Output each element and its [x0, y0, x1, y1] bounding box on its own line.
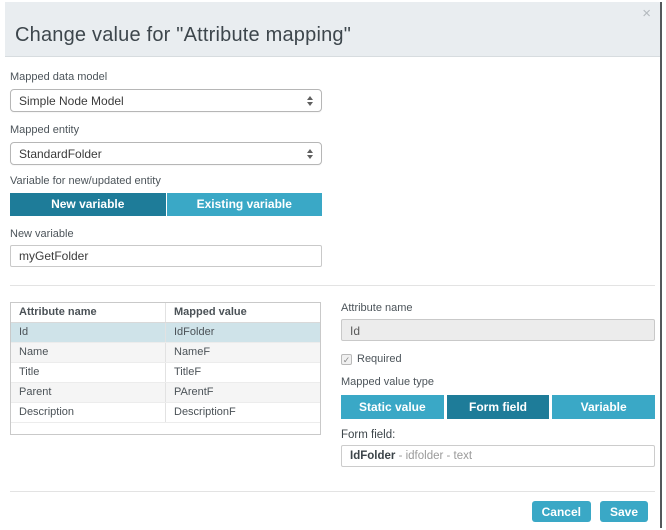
cell-mapped-value[interactable]: DescriptionF	[165, 402, 320, 423]
table-row[interactable]: Title TitleF	[11, 362, 320, 383]
dialog-header: Change value for "Attribute mapping" ×	[5, 2, 660, 57]
cell-attribute[interactable]: Parent	[11, 382, 166, 403]
cell-attribute[interactable]: Description	[11, 402, 166, 423]
change-value-dialog: Change value for "Attribute mapping" × M…	[5, 2, 662, 528]
static-value-tab[interactable]: Static value	[341, 395, 444, 419]
table-row[interactable]: Id IdFolder	[11, 322, 320, 343]
cell-mapped-value[interactable]: IdFolder	[165, 322, 320, 343]
new-variable-label: New variable	[10, 228, 74, 240]
mapped-value-type-group: Static value Form field Variable	[341, 395, 656, 419]
mapped-entity-value: StandardFolder	[19, 147, 102, 161]
dialog-body: Mapped data model Simple Node Model Mapp…	[5, 57, 660, 528]
mapped-data-model-value: Simple Node Model	[19, 94, 124, 108]
attribute-detail-panel: Attribute name Id ✓ Required Mapped valu…	[341, 302, 656, 467]
form-field-value-name: IdFolder	[350, 450, 396, 462]
table-header-row: Attribute name Mapped value	[11, 303, 320, 323]
mapping-form: Mapped data model Simple Node Model Mapp…	[10, 71, 322, 267]
form-field-value-detail: - idfolder - text	[395, 450, 473, 462]
variable-toggle-label: Variable for new/updated entity	[10, 175, 161, 187]
select-stepper-icon	[307, 148, 313, 159]
cell-attribute[interactable]: Id	[11, 322, 166, 343]
column-header-attribute-name: Attribute name	[11, 303, 166, 323]
attribute-name-field: Id	[341, 319, 655, 341]
new-variable-input[interactable]	[10, 245, 322, 267]
attributes-table: Attribute name Mapped value Id IdFolder …	[10, 302, 321, 435]
variable-toggle-group: New variable Existing variable	[10, 193, 322, 216]
required-row: ✓ Required	[341, 353, 655, 366]
required-checkbox: ✓	[341, 354, 352, 365]
dialog-footer: Cancel Save	[10, 491, 655, 528]
cell-attribute[interactable]: Title	[11, 362, 166, 383]
mapped-data-model-select[interactable]: Simple Node Model	[10, 89, 322, 112]
section-divider	[10, 285, 655, 286]
attribute-name-label: Attribute name	[341, 302, 413, 314]
attribute-mapping-section: Attribute name Mapped value Id IdFolder …	[10, 302, 656, 467]
required-label: Required	[357, 353, 402, 365]
select-stepper-icon	[307, 95, 313, 106]
form-field-select[interactable]: IdFolder - idfolder - text	[341, 445, 655, 467]
mapped-entity-select[interactable]: StandardFolder	[10, 142, 322, 165]
cell-mapped-value[interactable]: NameF	[165, 342, 320, 363]
variable-tab[interactable]: Variable	[552, 395, 656, 419]
cell-mapped-value[interactable]: PArentF	[165, 382, 320, 403]
close-icon[interactable]: ×	[642, 6, 651, 21]
mapped-value-type-label: Mapped value type	[341, 376, 434, 388]
form-field-label: Form field:	[341, 429, 396, 441]
cancel-button[interactable]: Cancel	[531, 501, 591, 522]
table-row[interactable]: Description DescriptionF	[11, 402, 320, 423]
form-field-tab[interactable]: Form field	[446, 395, 550, 419]
save-button[interactable]: Save	[599, 501, 648, 522]
cell-attribute[interactable]: Name	[11, 342, 166, 363]
table-row[interactable]: Parent PArentF	[11, 382, 320, 403]
table-row[interactable]: Name NameF	[11, 342, 320, 363]
dialog-title: Change value for "Attribute mapping"	[15, 24, 352, 46]
mapped-entity-label: Mapped entity	[10, 124, 80, 136]
cell-mapped-value[interactable]: TitleF	[165, 362, 320, 383]
column-header-mapped-value: Mapped value	[165, 303, 320, 323]
mapped-data-model-label: Mapped data model	[10, 71, 108, 83]
new-variable-tab[interactable]: New variable	[10, 193, 166, 216]
existing-variable-tab[interactable]: Existing variable	[166, 193, 322, 216]
